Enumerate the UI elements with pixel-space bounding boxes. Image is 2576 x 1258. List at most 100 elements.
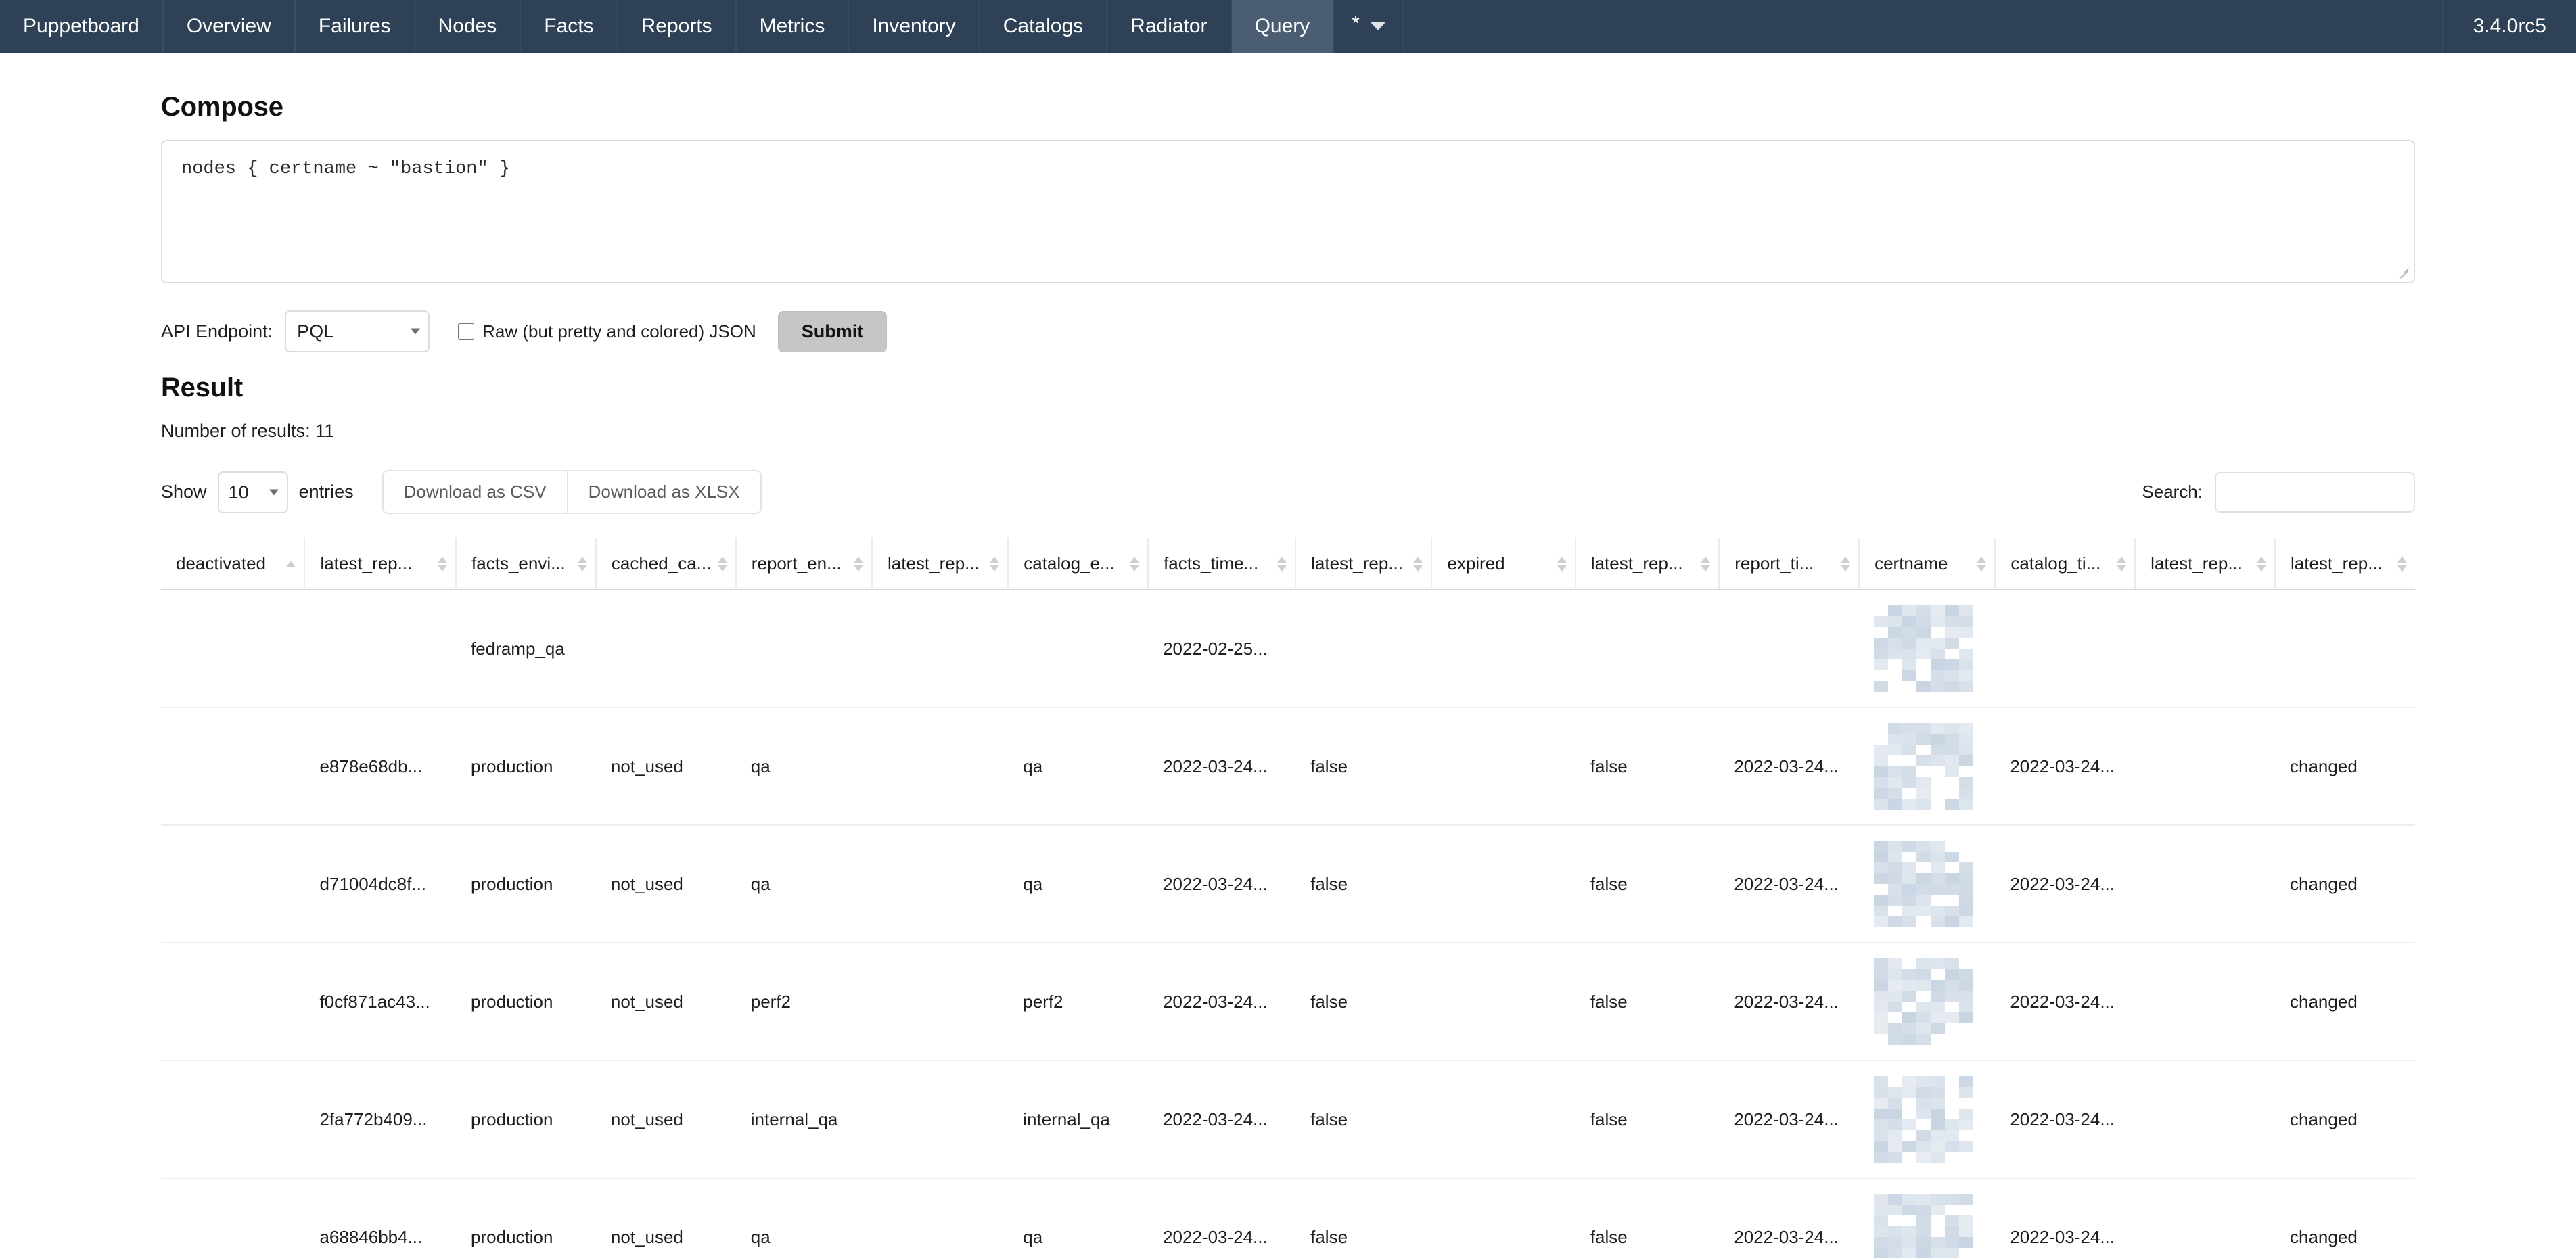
table-cell-latest-report-corrective-change xyxy=(872,1061,1008,1178)
sort-arrows-icon[interactable] xyxy=(1701,557,1710,572)
table-cell-report-timestamp: 2022-03-24... xyxy=(1719,1061,1859,1178)
table-cell-latest-report-hash: a68846bb4... xyxy=(304,1178,456,1258)
raw-json-label[interactable]: Raw (but pretty and colored) JSON xyxy=(482,321,756,342)
table-row[interactable]: e878e68db...productionnot_usedqaqa2022-0… xyxy=(161,707,2415,825)
table-cell-deactivated xyxy=(161,943,304,1061)
table-cell-latest-report-corrective-change xyxy=(872,943,1008,1061)
navbar-spacer xyxy=(1404,0,2443,53)
nav-item-inventory[interactable]: Inventory xyxy=(849,0,980,53)
sort-arrows-icon[interactable] xyxy=(990,557,999,572)
table-cell-catalog-timestamp: 2022-03-24... xyxy=(1995,1061,2135,1178)
table-row[interactable]: 2fa772b409...productionnot_usedinternal_… xyxy=(161,1061,2415,1178)
table-row[interactable]: d71004dc8f...productionnot_usedqaqa2022-… xyxy=(161,825,2415,943)
table-cell-deactivated xyxy=(161,707,304,825)
raw-json-checkbox[interactable] xyxy=(458,323,474,340)
table-cell-facts-environment: production xyxy=(456,1178,596,1258)
table-cell-latest-report-job-id xyxy=(2135,825,2275,943)
sort-arrows-icon[interactable] xyxy=(718,557,727,572)
table-cell-report-environment xyxy=(736,590,872,707)
table-cell-latest-report-noop-pending: false xyxy=(1576,1061,1719,1178)
sort-arrows-icon[interactable] xyxy=(1277,557,1287,572)
table-cell-latest-report-noop: false xyxy=(1295,1178,1431,1258)
nav-environment-selector[interactable]: * xyxy=(1334,0,1404,53)
nav-item-facts[interactable]: Facts xyxy=(521,0,618,53)
sort-arrows-icon[interactable] xyxy=(2397,557,2407,572)
nav-brand-puppetboard[interactable]: Puppetboard xyxy=(0,0,164,53)
sort-arrows-icon[interactable] xyxy=(1841,557,1850,572)
nav-item-metrics[interactable]: Metrics xyxy=(737,0,850,53)
nav-item-catalogs[interactable]: Catalogs xyxy=(980,0,1107,53)
table-header-latest-rep[interactable]: latest_rep... xyxy=(2275,538,2415,590)
table-cell-latest-report-corrective-change xyxy=(872,825,1008,943)
endpoint-label: API Endpoint: xyxy=(161,321,273,342)
table-cell-deactivated xyxy=(161,825,304,943)
download-csv-button[interactable]: Download as CSV xyxy=(382,470,568,514)
table-header-certname[interactable]: certname xyxy=(1859,538,1995,590)
page-length-select[interactable]: 102550100 xyxy=(218,471,288,513)
table-header-facts-time[interactable]: facts_time... xyxy=(1148,538,1295,590)
nav-item-overview[interactable]: Overview xyxy=(164,0,296,53)
table-row[interactable]: f0cf871ac43...productionnot_usedperf2per… xyxy=(161,943,2415,1061)
table-header-latest-rep[interactable]: latest_rep... xyxy=(872,538,1008,590)
table-header-latest-rep[interactable]: latest_rep... xyxy=(1295,538,1431,590)
sort-arrows-icon[interactable] xyxy=(1557,557,1567,572)
sort-arrows-icon[interactable] xyxy=(1977,557,1986,572)
nav-brand-label: Puppetboard xyxy=(23,16,139,37)
sort-arrows-icon[interactable] xyxy=(854,557,863,572)
table-header-label: report_en... xyxy=(752,553,842,574)
compose-title: Compose xyxy=(161,92,2415,122)
content-container: Compose API Endpoint: PQLnodesresourcesf… xyxy=(161,53,2415,1258)
nav-item-query[interactable]: Query xyxy=(1232,0,1335,53)
nav-item-label: Radiator xyxy=(1130,16,1207,37)
nav-item-nodes[interactable]: Nodes xyxy=(415,0,522,53)
table-header-deactivated[interactable]: deactivated xyxy=(161,538,304,590)
nav-item-radiator[interactable]: Radiator xyxy=(1107,0,1231,53)
api-endpoint-select[interactable]: PQLnodesresourcesfactsreportscatalogseve… xyxy=(285,310,430,352)
table-header-expired[interactable]: expired xyxy=(1431,538,1575,590)
search-input[interactable] xyxy=(2215,472,2415,513)
table-header-facts-envi[interactable]: facts_envi... xyxy=(456,538,596,590)
table-header-report-ti[interactable]: report_ti... xyxy=(1719,538,1859,590)
table-cell-certname xyxy=(1859,1061,1995,1178)
table-header-latest-rep[interactable]: latest_rep... xyxy=(1576,538,1719,590)
table-cell-latest-report-corrective-change xyxy=(872,1178,1008,1258)
table-cell-latest-report-status: changed xyxy=(2275,825,2415,943)
table-cell-deactivated xyxy=(161,590,304,707)
table-cell-report-environment: qa xyxy=(736,1178,872,1258)
page-length-wrapper: 102550100 xyxy=(218,471,288,513)
table-cell-latest-report-noop-pending: false xyxy=(1576,1178,1719,1258)
table-cell-report-timestamp: 2022-03-24... xyxy=(1719,943,1859,1061)
result-title: Result xyxy=(161,373,2415,403)
table-cell-expired xyxy=(1431,943,1575,1061)
query-input[interactable] xyxy=(161,140,2415,283)
sort-arrows-icon[interactable] xyxy=(2117,557,2126,572)
table-header-latest-rep[interactable]: latest_rep... xyxy=(2135,538,2275,590)
nav-item-failures[interactable]: Failures xyxy=(296,0,415,53)
table-cell-facts-timestamp: 2022-03-24... xyxy=(1148,707,1295,825)
table-header-report-en[interactable]: report_en... xyxy=(736,538,872,590)
nav-item-reports[interactable]: Reports xyxy=(618,0,737,53)
table-cell-latest-report-noop: false xyxy=(1295,825,1431,943)
table-row[interactable]: a68846bb4...productionnot_usedqaqa2022-0… xyxy=(161,1178,2415,1258)
sort-arrows-icon[interactable] xyxy=(286,561,296,567)
table-header-catalog-e[interactable]: catalog_e... xyxy=(1008,538,1148,590)
table-row[interactable]: fedramp_qa2022-02-25... xyxy=(161,590,2415,707)
sort-arrows-icon[interactable] xyxy=(578,557,587,572)
sort-arrows-icon[interactable] xyxy=(1413,557,1423,572)
download-xlsx-button[interactable]: Download as XLSX xyxy=(568,470,762,514)
table-cell-latest-report-hash: f0cf871ac43... xyxy=(304,943,456,1061)
table-header-catalog-ti[interactable]: catalog_ti... xyxy=(1995,538,2135,590)
table-header-latest-rep[interactable]: latest_rep... xyxy=(304,538,456,590)
redacted-certname xyxy=(1874,605,1974,692)
sort-arrows-icon[interactable] xyxy=(438,557,447,572)
endpoint-select-wrapper: PQLnodesresourcesfactsreportscatalogseve… xyxy=(285,310,430,352)
table-cell-expired xyxy=(1431,825,1575,943)
submit-button[interactable]: Submit xyxy=(778,311,888,352)
nav-item-label: Facts xyxy=(544,16,593,37)
nav-item-label: Reports xyxy=(641,16,712,37)
table-header-cached-ca[interactable]: cached_ca... xyxy=(596,538,736,590)
sort-arrows-icon[interactable] xyxy=(1130,557,1139,572)
table-cell-facts-environment: production xyxy=(456,1061,596,1178)
entries-label: entries xyxy=(299,482,354,503)
sort-arrows-icon[interactable] xyxy=(2257,557,2266,572)
